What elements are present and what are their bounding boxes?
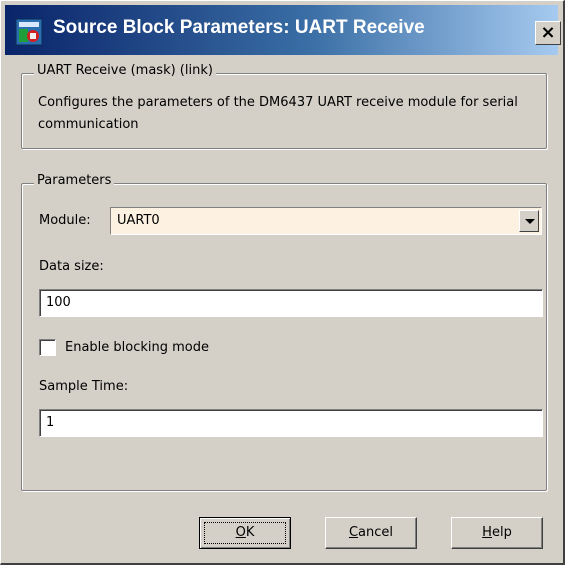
- mask-group-title: UART Receive (mask) (link): [34, 63, 216, 78]
- cancel-button[interactable]: Cancel: [325, 517, 417, 549]
- simulink-block-icon: [15, 18, 43, 46]
- sample-time-value: 1: [46, 415, 55, 430]
- module-select-value: UART0: [117, 213, 160, 228]
- blocking-mode-checkbox[interactable]: [39, 339, 56, 356]
- dialog-window: Source Block Parameters: UART Receive × …: [0, 0, 565, 565]
- parameters-group-title: Parameters: [34, 173, 115, 188]
- data-size-value: 100: [46, 295, 71, 310]
- sample-time-input[interactable]: 1: [39, 409, 543, 437]
- window-title: Source Block Parameters: UART Receive: [53, 17, 425, 38]
- cancel-button-label: Cancel: [348, 525, 394, 540]
- close-icon: ×: [540, 22, 556, 43]
- data-size-label: Data size:: [39, 259, 104, 274]
- title-bar[interactable]: Source Block Parameters: UART Receive ×: [5, 5, 561, 55]
- help-button[interactable]: Help: [451, 517, 543, 549]
- data-size-input[interactable]: 100: [39, 289, 543, 317]
- chevron-down-icon[interactable]: [519, 210, 539, 232]
- ok-button[interactable]: OK: [199, 517, 291, 549]
- blocking-mode-label[interactable]: Enable blocking mode: [65, 340, 209, 355]
- close-button[interactable]: ×: [535, 21, 561, 45]
- help-button-label: Help: [482, 525, 512, 540]
- mask-description: Configures the parameters of the DM6437 …: [38, 95, 518, 132]
- module-select[interactable]: UART0: [110, 207, 542, 235]
- module-label: Module:: [39, 213, 91, 228]
- sample-time-label: Sample Time:: [39, 379, 129, 394]
- ok-button-label: OK: [235, 525, 255, 540]
